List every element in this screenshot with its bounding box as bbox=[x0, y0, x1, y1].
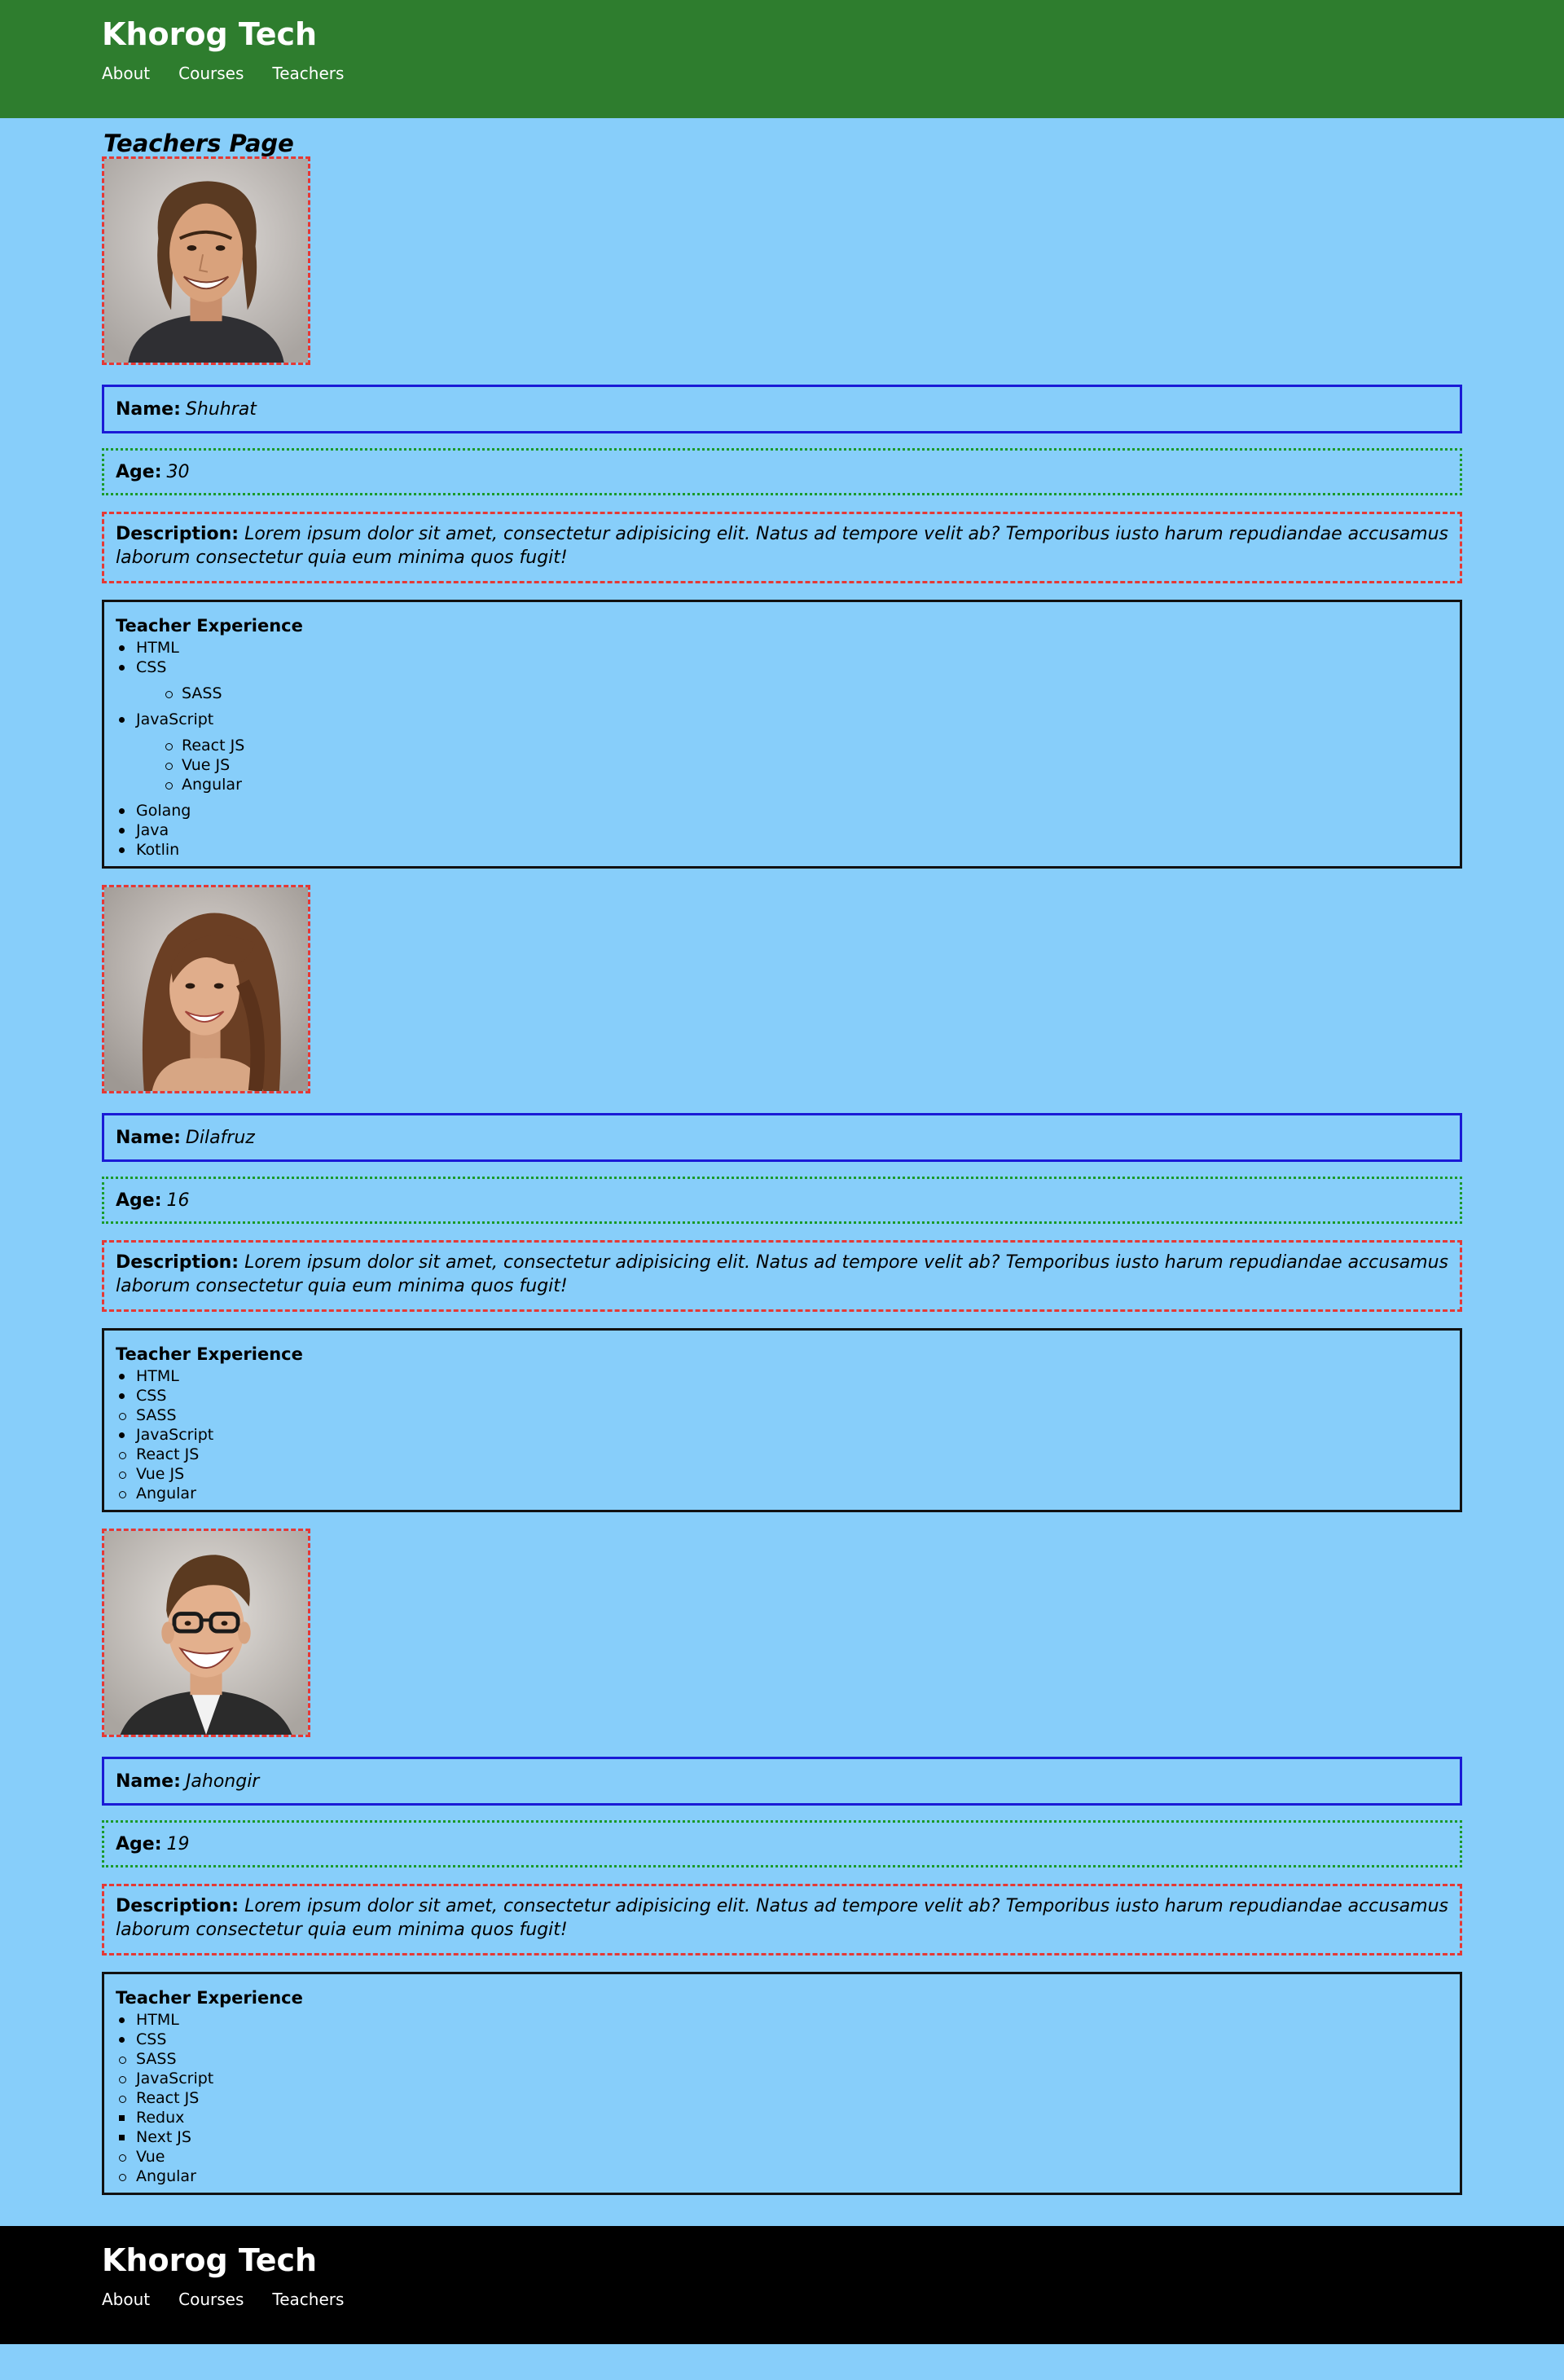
nav-teachers-link[interactable]: Teachers bbox=[272, 62, 344, 85]
site-footer: Khorog Tech About Courses Teachers bbox=[0, 2226, 1564, 2344]
list-item: React JS bbox=[116, 2088, 1448, 2108]
description-field: Description: Lorem ipsum dolor sit amet,… bbox=[102, 1240, 1462, 1312]
list-item: SASS bbox=[116, 2049, 1448, 2069]
list-item: Kotlin bbox=[116, 840, 1448, 860]
site-header: Khorog Tech About Courses Teachers bbox=[0, 0, 1564, 118]
age-label: Age: bbox=[116, 1190, 162, 1211]
list-item: Redux bbox=[116, 2108, 1448, 2127]
list-item: React JS bbox=[136, 736, 1448, 755]
list-item: JavaScript bbox=[116, 1425, 1448, 1445]
list-item-label: JavaScript bbox=[136, 710, 214, 728]
age-value: 19 bbox=[166, 1833, 190, 1854]
portrait-man-long-hair-icon bbox=[104, 159, 308, 363]
name-label: Name: bbox=[116, 398, 181, 420]
list-item: CSS bbox=[116, 1386, 1448, 1406]
experience-box: Teacher Experience HTML CSS SASS JavaScr… bbox=[102, 1972, 1462, 2195]
list-item: Next JS bbox=[116, 2127, 1448, 2147]
portrait-man-glasses-icon bbox=[104, 1531, 308, 1735]
main-content: Teachers Page Name: Shuhrat Age: 30 Desc… bbox=[0, 118, 1564, 2195]
teacher-photo bbox=[102, 156, 310, 365]
experience-title: Teacher Experience bbox=[116, 1988, 303, 2008]
list-item: JavaScript React JS Vue JS Angular bbox=[116, 710, 1448, 794]
age-field: Age: 16 bbox=[102, 1177, 1462, 1224]
description-value: Lorem ipsum dolor sit amet, consectetur … bbox=[116, 1252, 1448, 1296]
nav-courses-link[interactable]: Courses bbox=[178, 62, 244, 85]
experience-box: Teacher Experience HTML CSS SASS JavaScr… bbox=[102, 1328, 1462, 1512]
list-item: Angular bbox=[136, 775, 1448, 794]
teacher-card: Name: Dilafruz Age: 16 Description: Lore… bbox=[102, 885, 1462, 1512]
description-label: Description: bbox=[116, 1252, 239, 1273]
age-value: 30 bbox=[166, 461, 190, 482]
list-item: Vue JS bbox=[116, 1464, 1448, 1484]
description-label: Description: bbox=[116, 524, 239, 544]
teacher-photo bbox=[102, 885, 310, 1093]
teacher-card: Name: Shuhrat Age: 30 Description: Lorem… bbox=[102, 156, 1462, 869]
list-item: Vue bbox=[116, 2147, 1448, 2167]
description-field: Description: Lorem ipsum dolor sit amet,… bbox=[102, 1884, 1462, 1955]
sub-list: React JS Vue JS Angular bbox=[136, 736, 1448, 794]
name-value: Dilafruz bbox=[185, 1127, 255, 1148]
name-label: Name: bbox=[116, 1771, 181, 1792]
portrait-woman-brown-hair-icon bbox=[104, 887, 308, 1091]
list-item: CSS SASS bbox=[116, 658, 1448, 703]
description-field: Description: Lorem ipsum dolor sit amet,… bbox=[102, 512, 1462, 583]
age-label: Age: bbox=[116, 1833, 162, 1854]
list-item: Vue JS bbox=[136, 755, 1448, 775]
list-item: Angular bbox=[116, 2167, 1448, 2186]
list-item: HTML bbox=[116, 2010, 1448, 2030]
main-nav: About Courses Teachers bbox=[102, 62, 1462, 85]
sub-list: SASS bbox=[136, 684, 1448, 703]
list-item-label: CSS bbox=[136, 658, 167, 676]
footer-teachers-link[interactable]: Teachers bbox=[272, 2288, 344, 2311]
experience-list: HTML CSS SASS JavaScript React JS Vue JS… bbox=[116, 1366, 1448, 1503]
experience-list: HTML CSS SASS JavaScript React JS Vue JS… bbox=[116, 638, 1448, 860]
name-field: Name: Shuhrat bbox=[102, 385, 1462, 433]
footer-about-link[interactable]: About bbox=[102, 2288, 150, 2311]
experience-box: Teacher Experience HTML CSS SASS JavaScr… bbox=[102, 600, 1462, 869]
age-field: Age: 30 bbox=[102, 448, 1462, 495]
nav-about-link[interactable]: About bbox=[102, 62, 150, 85]
name-value: Jahongir bbox=[185, 1771, 260, 1792]
description-value: Lorem ipsum dolor sit amet, consectetur … bbox=[116, 1896, 1448, 1940]
name-field: Name: Jahongir bbox=[102, 1757, 1462, 1806]
list-item: HTML bbox=[116, 1366, 1448, 1386]
page-title: Teachers Page bbox=[103, 130, 294, 157]
description-label: Description: bbox=[116, 1896, 239, 1916]
list-item: Java bbox=[116, 820, 1448, 840]
list-item: SASS bbox=[136, 684, 1448, 703]
footer-brand-logo[interactable]: Khorog Tech bbox=[102, 2237, 1462, 2283]
list-item: Golang bbox=[116, 801, 1448, 820]
name-label: Name: bbox=[116, 1127, 181, 1148]
experience-list: HTML CSS SASS JavaScript React JS Redux … bbox=[116, 2010, 1448, 2186]
teacher-photo bbox=[102, 1529, 310, 1737]
list-item: JavaScript bbox=[116, 2069, 1448, 2088]
description-value: Lorem ipsum dolor sit amet, consectetur … bbox=[116, 524, 1448, 568]
experience-title: Teacher Experience bbox=[116, 616, 303, 636]
name-field: Name: Dilafruz bbox=[102, 1113, 1462, 1162]
teacher-card: Name: Jahongir Age: 19 Description: Lore… bbox=[102, 1529, 1462, 2195]
list-item: SASS bbox=[116, 1406, 1448, 1425]
age-label: Age: bbox=[116, 461, 162, 482]
footer-courses-link[interactable]: Courses bbox=[178, 2288, 244, 2311]
age-field: Age: 19 bbox=[102, 1820, 1462, 1867]
list-item: HTML bbox=[116, 638, 1448, 658]
brand-logo[interactable]: Khorog Tech bbox=[102, 11, 1462, 57]
age-value: 16 bbox=[166, 1190, 190, 1211]
list-item: React JS bbox=[116, 1445, 1448, 1464]
experience-title: Teacher Experience bbox=[116, 1344, 303, 1364]
name-value: Shuhrat bbox=[185, 398, 257, 420]
list-item: Angular bbox=[116, 1484, 1448, 1503]
footer-nav: About Courses Teachers bbox=[102, 2288, 1462, 2311]
list-item: CSS bbox=[116, 2030, 1448, 2049]
